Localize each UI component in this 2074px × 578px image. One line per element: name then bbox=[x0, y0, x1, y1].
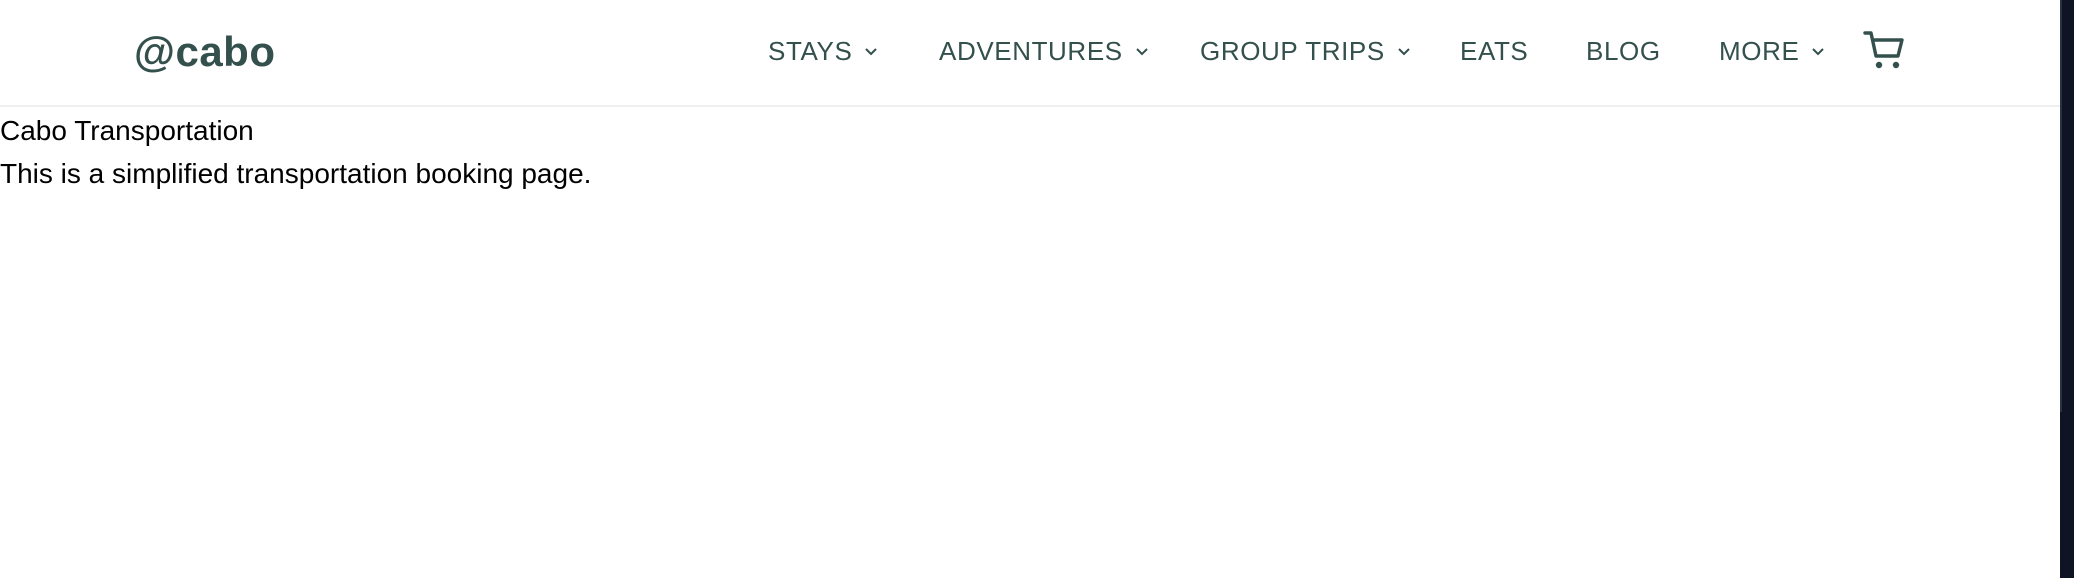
nav-item-stays-label: STAYS bbox=[768, 35, 853, 66]
nav-item-eats-label: EATS bbox=[1460, 35, 1529, 66]
page-description: This is a simplified transportation book… bbox=[0, 158, 592, 189]
site-logo[interactable]: @cabo bbox=[134, 24, 275, 80]
nav-item-more[interactable]: MORE bbox=[1719, 33, 1825, 69]
nav-item-group-trips[interactable]: GROUP TRIPS bbox=[1200, 33, 1411, 69]
chevron-down-icon bbox=[1397, 47, 1411, 57]
nav-item-adventures[interactable]: ADVENTURES bbox=[939, 33, 1149, 69]
chevron-down-icon bbox=[1135, 47, 1149, 57]
window-edge bbox=[2060, 0, 2074, 578]
page-title: Cabo Transportation bbox=[0, 115, 254, 146]
nav-item-stays[interactable]: STAYS bbox=[768, 33, 878, 69]
nav-item-blog[interactable]: BLOG bbox=[1586, 33, 1661, 69]
nav-item-more-label: MORE bbox=[1719, 35, 1800, 66]
shopping-cart-icon[interactable] bbox=[1862, 28, 1906, 72]
site-header: @cabo STAYS ADVENTURES GROUP TRIPS EATS … bbox=[0, 0, 2060, 107]
chevron-down-icon bbox=[1811, 47, 1825, 57]
chevron-down-icon bbox=[864, 47, 878, 57]
nav-item-blog-label: BLOG bbox=[1586, 35, 1661, 66]
nav-item-eats[interactable]: EATS bbox=[1460, 33, 1528, 69]
nav-item-group-trips-label: GROUP TRIPS bbox=[1200, 35, 1385, 66]
page: @cabo STAYS ADVENTURES GROUP TRIPS EATS … bbox=[0, 0, 2074, 578]
nav-item-adventures-label: ADVENTURES bbox=[939, 35, 1123, 66]
